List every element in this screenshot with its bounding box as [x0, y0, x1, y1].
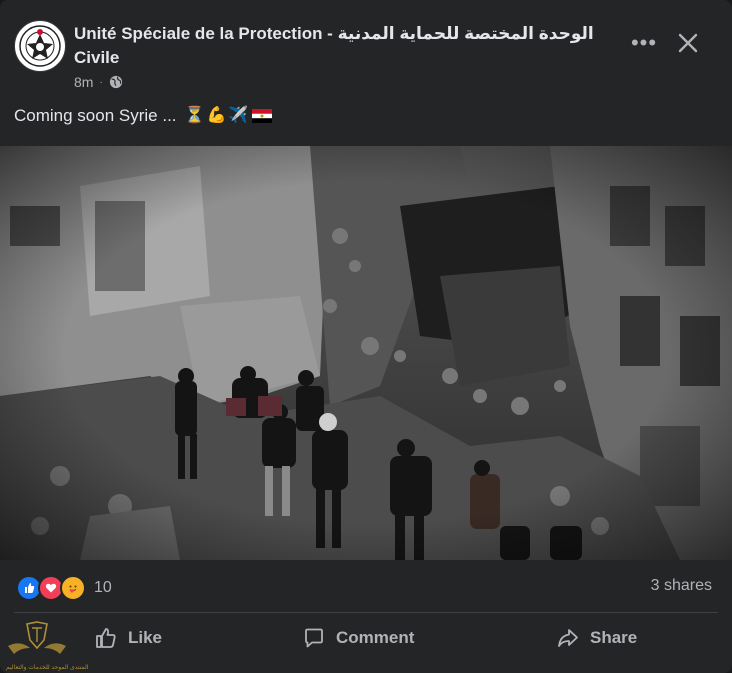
share-button[interactable]: Share — [556, 620, 637, 656]
page-name-link[interactable]: Unité Spéciale de la Protection - الوحدة… — [74, 22, 614, 70]
reaction-count: 10 — [94, 579, 112, 596]
civil-protection-logo-icon — [16, 22, 64, 70]
post-text: Coming soon Syrie ... ⏳ 💪 ✈️ — [14, 106, 273, 126]
egypt-flag-icon — [252, 109, 273, 123]
page-avatar[interactable] — [14, 20, 66, 72]
thumbs-up-icon — [96, 628, 116, 648]
care-icon — [60, 575, 86, 601]
share-arrow-icon — [558, 629, 578, 647]
post-meta: 8m · — [74, 74, 123, 90]
winged-shield-watermark-icon — [8, 621, 66, 654]
shares-count[interactable]: 3 shares — [651, 577, 712, 595]
ellipsis-icon: ••• — [630, 30, 658, 55]
earthquake-rubble-rescue-photo — [0, 146, 732, 560]
flexed-biceps-emoji: 💪 — [206, 107, 227, 124]
comment-bubble-icon — [305, 628, 323, 648]
post-card: Unité Spéciale de la Protection - الوحدة… — [0, 0, 732, 673]
hourglass-emoji: ⏳ — [184, 107, 205, 124]
actions-divider — [14, 612, 718, 613]
forum-watermark-logo: المنتدى الموحد للخدمات والتعاليم — [6, 618, 88, 671]
post-time[interactable]: 8m — [74, 74, 93, 90]
comment-button[interactable]: Comment — [302, 620, 414, 656]
reaction-summary[interactable]: 10 — [16, 575, 112, 601]
close-button[interactable] — [670, 26, 706, 60]
close-icon — [678, 33, 698, 53]
share-label: Share — [590, 628, 638, 647]
post-photo[interactable] — [0, 146, 732, 560]
comment-label: Comment — [336, 628, 415, 647]
post-text-content: Coming soon Syrie ... — [14, 106, 177, 125]
meta-separator: · — [99, 76, 103, 88]
like-button[interactable]: Like — [94, 620, 162, 656]
like-label: Like — [128, 628, 163, 647]
public-globe-icon — [109, 75, 122, 89]
airplane-emoji: ✈️ — [228, 107, 249, 124]
watermark-text: المنتدى الموحد للخدمات والتعاليم — [6, 665, 89, 671]
more-options-button[interactable]: ••• — [626, 28, 662, 58]
